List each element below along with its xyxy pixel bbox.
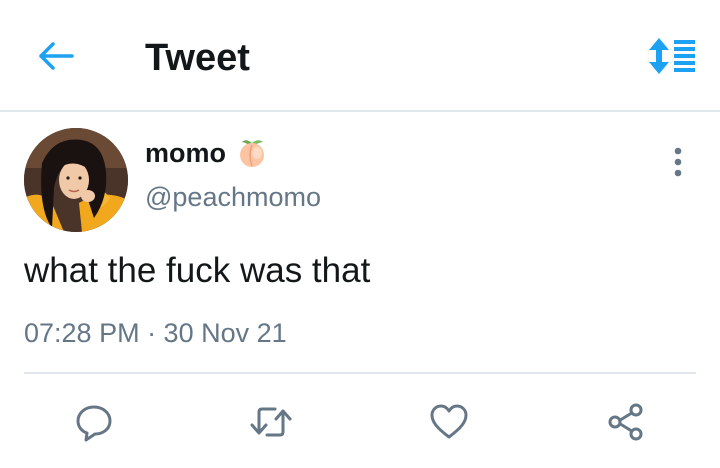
sort-list-icon <box>649 38 695 74</box>
avatar[interactable] <box>24 128 128 232</box>
peach-emoji-icon <box>236 137 268 169</box>
arrow-left-icon <box>39 42 74 70</box>
divider <box>24 372 696 374</box>
like-button[interactable] <box>425 398 473 446</box>
tweet-timestamp[interactable]: 07:28 PM · 30 Nov 21 <box>24 316 287 350</box>
author-name-row: momo <box>145 136 268 170</box>
sort-button[interactable] <box>640 34 704 78</box>
display-name[interactable]: momo <box>145 136 226 170</box>
retweet-button[interactable] <box>247 398 295 446</box>
tweet-text: what the fuck was that <box>24 251 371 290</box>
tweet-actions <box>0 392 720 452</box>
reply-button[interactable] <box>70 398 118 446</box>
share-icon <box>608 403 643 441</box>
share-button[interactable] <box>602 398 650 446</box>
more-vertical-icon <box>674 147 682 177</box>
more-options-button[interactable] <box>660 140 696 184</box>
retweet-icon <box>250 407 292 437</box>
avatar-image <box>24 128 128 232</box>
top-bar: Tweet <box>0 0 720 112</box>
page-title: Tweet <box>145 37 250 79</box>
reply-icon <box>76 405 112 442</box>
user-handle[interactable]: @peachmomo <box>145 180 321 214</box>
like-icon <box>430 404 468 439</box>
back-button[interactable] <box>34 34 78 78</box>
